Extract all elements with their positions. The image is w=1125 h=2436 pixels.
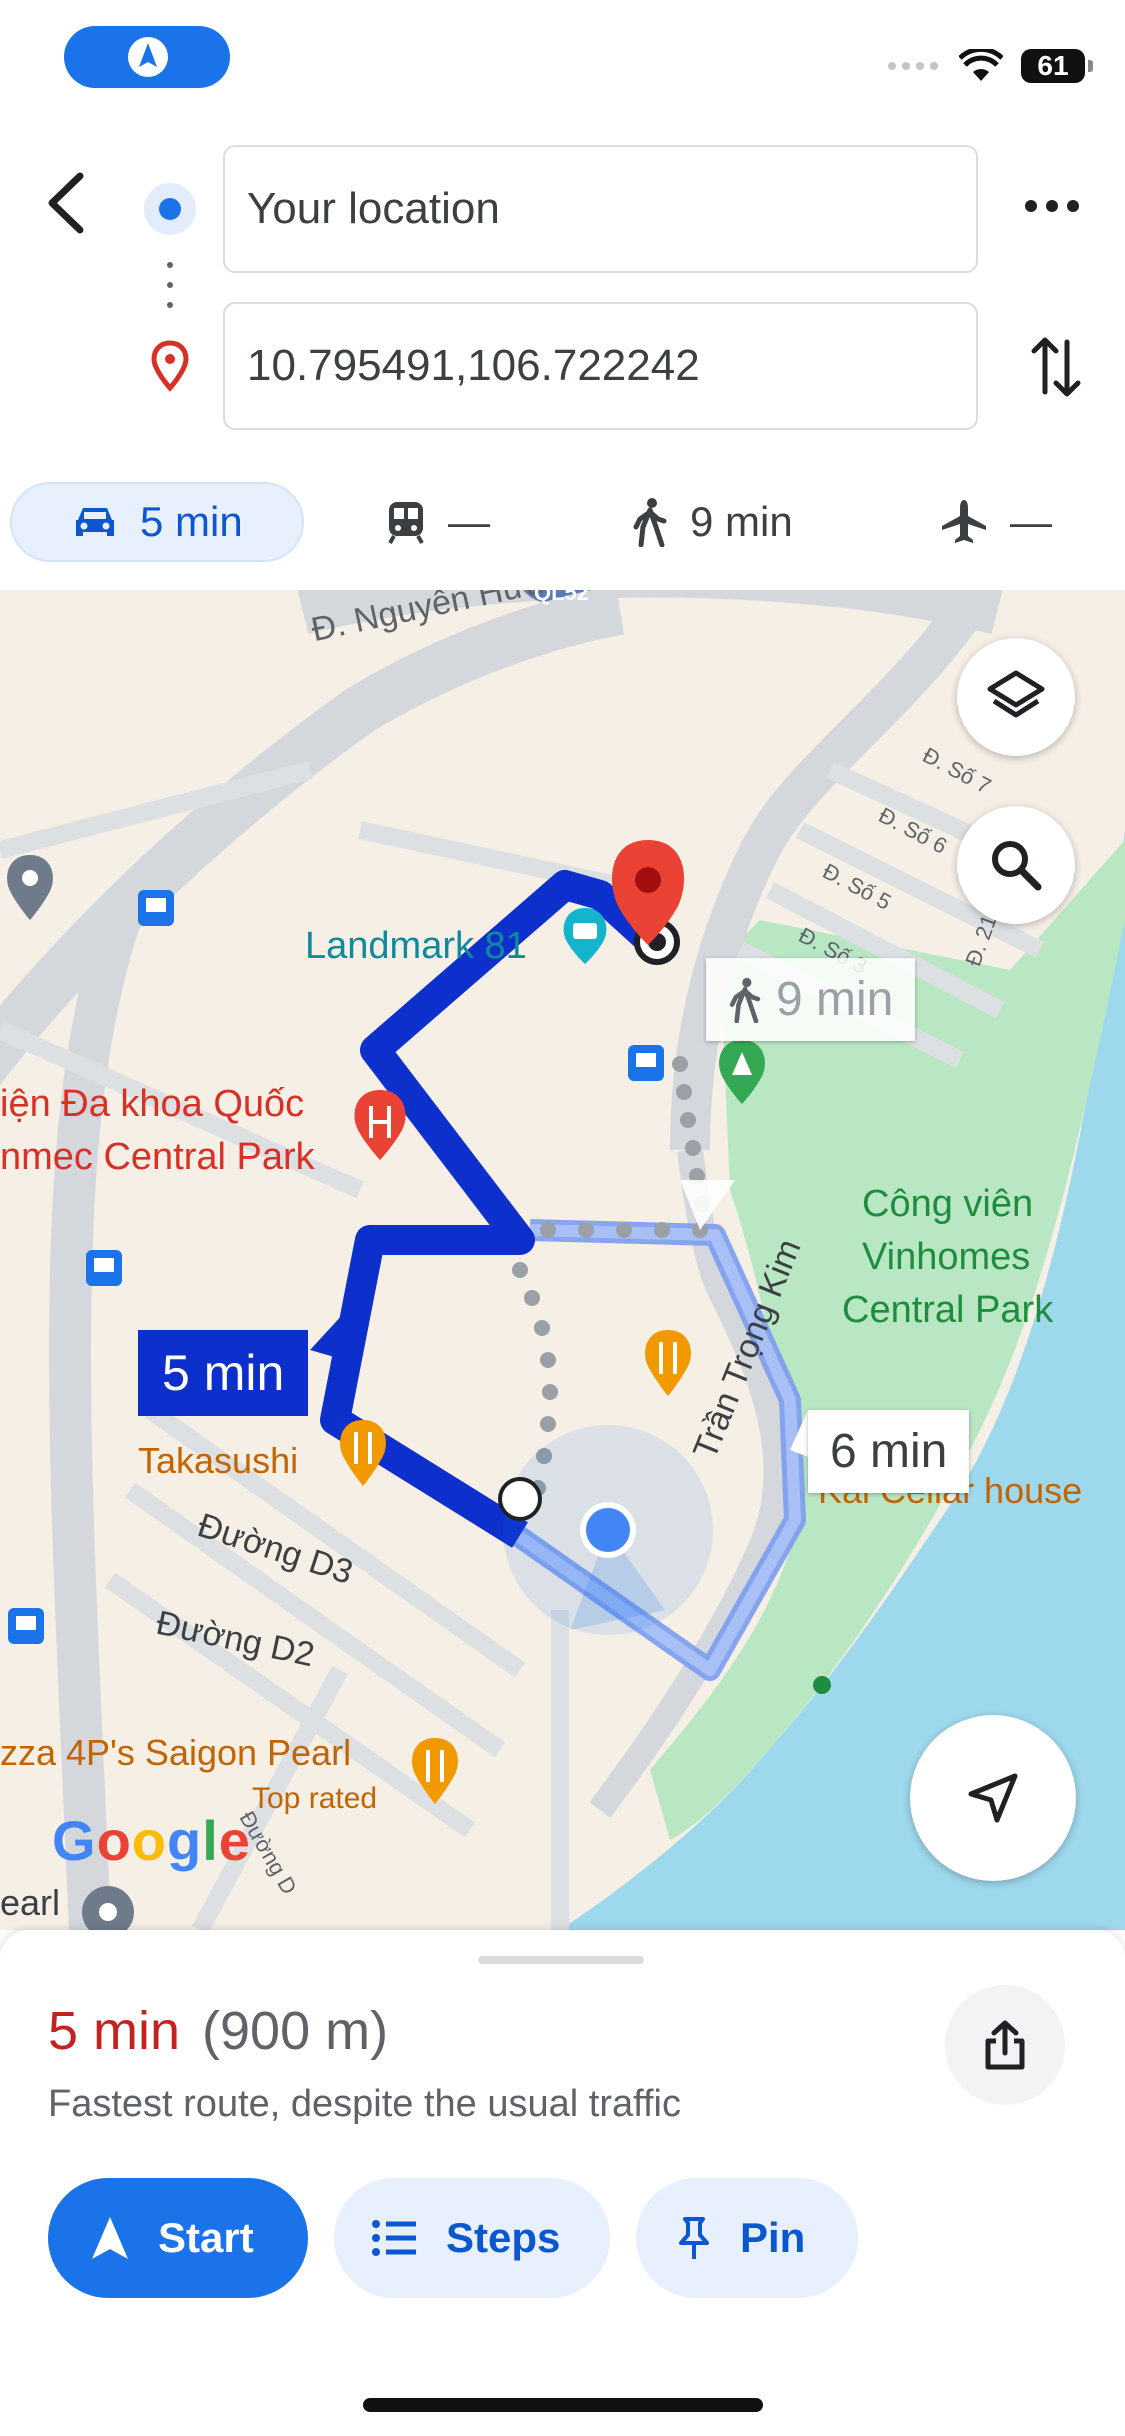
park-dot [813, 1676, 831, 1694]
swap-icon [1031, 337, 1081, 397]
battery-icon: 61 [1021, 49, 1093, 83]
destination-pin-icon [151, 340, 189, 392]
walk-time-label: 9 min [776, 973, 894, 1026]
ql52-label: QL52 [534, 590, 590, 605]
hospital-poi-icon[interactable] [354, 1090, 406, 1160]
bus-stop-icon-4[interactable] [8, 1608, 44, 1644]
eta-time: 5 min [48, 2001, 181, 2061]
search-icon [992, 841, 1042, 891]
origin-marker-icon [144, 183, 196, 235]
wifi-icon [959, 49, 1003, 81]
list-icon [372, 2220, 416, 2256]
mode-flight-tab[interactable]: — [940, 482, 1052, 562]
share-icon [985, 2020, 1025, 2070]
origin-value: Your location [247, 184, 500, 233]
home-indicator[interactable] [363, 2398, 763, 2412]
train-icon [388, 502, 424, 544]
pizza-rating-label: Top rated [252, 1782, 378, 1815]
status-icons: 61 [887, 46, 1093, 86]
car-icon [76, 508, 114, 536]
pearl-label: earl [0, 1882, 61, 1923]
google-logo: Google [52, 1809, 251, 1872]
battery-level: 61 [1037, 50, 1069, 81]
back-arrow-icon [48, 172, 84, 234]
park-label-3[interactable]: Central Park [842, 1289, 1053, 1332]
eta-distance: (900 m) [202, 2001, 389, 2061]
navigation-arrow-icon [128, 37, 168, 77]
back-button[interactable] [38, 168, 96, 238]
walk-icon [729, 977, 761, 1023]
navigation-arrow-icon [92, 2217, 128, 2259]
destination-value: 10.795491,106.722242 [247, 341, 700, 390]
mode-transit-tab[interactable]: — [386, 482, 490, 562]
navigation-status-pill[interactable] [64, 26, 230, 88]
more-button[interactable] [1022, 186, 1082, 226]
layers-button[interactable] [957, 638, 1075, 756]
pin-icon [679, 2217, 709, 2259]
mode-transit-label: — [448, 498, 490, 545]
alternate-route-badge[interactable]: 6 min [808, 1410, 970, 1493]
start-label: Start [158, 2214, 254, 2261]
park-label-1[interactable]: Công viên [862, 1183, 1033, 1226]
share-button[interactable] [945, 1985, 1065, 2105]
destination-pin-center [635, 867, 661, 893]
mode-flight-label: — [1010, 498, 1052, 545]
landmark-label[interactable]: Landmark 81 [305, 925, 527, 968]
pin-label: Pin [740, 2214, 806, 2261]
pizza-label[interactable]: zza 4P's Saigon Pearl [0, 1732, 351, 1774]
swap-button[interactable] [1030, 332, 1082, 402]
mode-walk-label: 9 min [690, 498, 793, 545]
more-icon [1025, 200, 1079, 212]
primary-route-time: 5 min [162, 1345, 285, 1401]
connector-dots [166, 262, 174, 314]
mode-walk-tab[interactable]: 9 min [632, 482, 793, 562]
eta-summary: 5 min (900 m) [48, 2000, 388, 2062]
walk-time-badge[interactable]: 9 min [706, 958, 916, 1041]
steps-button[interactable]: Steps [334, 2178, 610, 2298]
steps-label: Steps [446, 2214, 561, 2261]
takasushi-label[interactable]: Takasushi [138, 1440, 298, 1482]
origin-field[interactable]: Your location [223, 145, 978, 273]
plane-icon [942, 500, 986, 543]
mode-drive-label: 5 min [140, 498, 243, 545]
search-along-route-button[interactable] [957, 806, 1075, 924]
route-description: Fastest route, despite the usual traffic [48, 2083, 681, 2125]
food-poi-icon[interactable] [645, 1330, 691, 1396]
primary-route-badge[interactable]: 5 min [138, 1330, 309, 1416]
hospital-label-2[interactable]: nmec Central Park [0, 1136, 315, 1179]
camera-glyph [573, 923, 597, 939]
generic-poi-icon[interactable] [7, 855, 53, 920]
start-button[interactable]: Start [48, 2178, 308, 2298]
hospital-label-1[interactable]: iện Đa khoa Quốc [0, 1083, 304, 1126]
mode-drive-tab[interactable]: 5 min [10, 482, 304, 562]
pin-button[interactable]: Pin [636, 2178, 858, 2298]
walk-icon [633, 498, 667, 547]
recenter-arrow-icon [968, 1773, 1018, 1823]
bus-stop-icon-3[interactable] [86, 1250, 122, 1286]
sheet-drag-handle[interactable] [478, 1956, 644, 1964]
signal-icon [888, 62, 938, 70]
recenter-button[interactable] [910, 1715, 1076, 1881]
layers-icon [987, 670, 1045, 718]
destination-field[interactable]: 10.795491,106.722242 [223, 302, 978, 430]
bus-stop-icon[interactable] [138, 890, 174, 926]
bus-stop-icon-2[interactable] [628, 1045, 664, 1081]
alternate-route-time: 6 min [830, 1425, 948, 1478]
map-view[interactable]: Đ. Nguyễn Hữu Cảnh Đ. Số 7 Đ. Số 6 Đ. Số… [0, 590, 1125, 1930]
takasushi-food-icon[interactable] [340, 1420, 386, 1486]
current-location-dot [586, 1508, 630, 1552]
route-start-circle [498, 1477, 542, 1521]
primary-badge-pointer [310, 1312, 345, 1360]
park-label-2[interactable]: Vinhomes [862, 1236, 1030, 1279]
